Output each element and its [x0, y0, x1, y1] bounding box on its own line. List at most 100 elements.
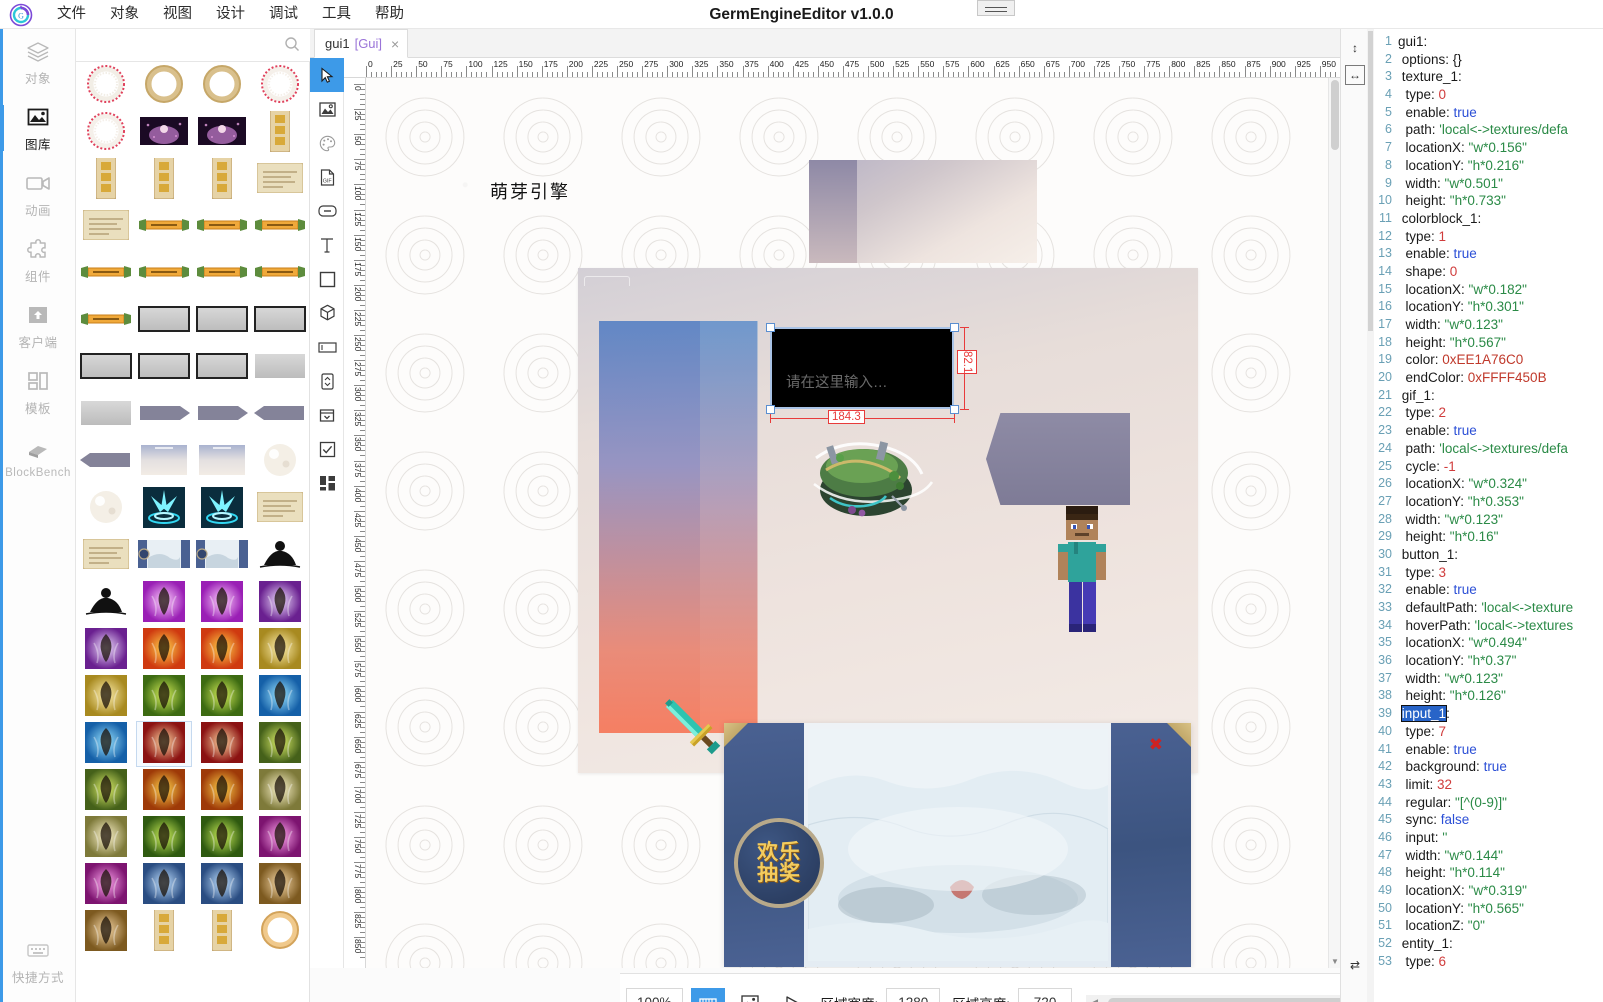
tool-input[interactable]: [310, 330, 344, 364]
sidebar-item-blockbench[interactable]: BlockBench: [0, 425, 76, 491]
tool-text[interactable]: [310, 228, 344, 262]
code-line[interactable]: 9 width: "w*0.501": [1374, 175, 1603, 193]
tool-entity[interactable]: [310, 296, 344, 330]
gallery-thumbnail[interactable]: [253, 111, 307, 155]
code-line[interactable]: 38 height: "h*0.126": [1374, 687, 1603, 705]
gallery-thumbnail[interactable]: [137, 534, 191, 578]
gallery-thumbnail[interactable]: [253, 722, 307, 766]
code-line[interactable]: 14 shape: 0: [1374, 263, 1603, 281]
gallery-thumbnail[interactable]: [136, 721, 192, 767]
code-line[interactable]: 51 locationZ: "0": [1374, 917, 1603, 935]
code-line[interactable]: 18 height: "h*0.567": [1374, 334, 1603, 352]
gallery-thumbnail[interactable]: [253, 675, 307, 719]
code-line[interactable]: 15 locationX: "w*0.182": [1374, 281, 1603, 299]
gallery-thumbnail[interactable]: [79, 205, 133, 249]
gallery-thumbnail[interactable]: [79, 111, 133, 155]
menu-file[interactable]: 文件: [45, 0, 98, 29]
texture-preview-top[interactable]: [809, 160, 1037, 263]
code-line[interactable]: 50 locationY: "h*0.565": [1374, 900, 1603, 918]
code-line[interactable]: 52 entity_1:: [1374, 935, 1603, 953]
lottery-badge[interactable]: 欢乐抽奖: [734, 818, 824, 908]
code-line[interactable]: 37 width: "w*0.123": [1374, 670, 1603, 688]
code-line[interactable]: 27 locationY: "h*0.353": [1374, 493, 1603, 511]
scrollbar-thumb[interactable]: [1331, 80, 1339, 150]
gallery-thumbnail[interactable]: [195, 299, 249, 343]
tool-button[interactable]: [310, 194, 344, 228]
scroll-down-arrow-icon[interactable]: ▼: [1331, 957, 1339, 966]
sidebar-item-template[interactable]: 模板: [0, 359, 76, 425]
gallery-thumbnail[interactable]: [79, 675, 133, 719]
gallery-thumbnail[interactable]: [253, 393, 307, 437]
sidebar-item-component[interactable]: 组件: [0, 227, 76, 293]
gallery-thumbnail[interactable]: [195, 628, 249, 672]
resize-both-icon[interactable]: ⇄: [1345, 955, 1365, 975]
tab-gui1[interactable]: gui1 [Gui] ×: [314, 29, 409, 58]
code-line[interactable]: 4 type: 0: [1374, 86, 1603, 104]
scrollbar-thumb[interactable]: [1368, 31, 1373, 331]
code-line[interactable]: 8 locationY: "h*0.216": [1374, 157, 1603, 175]
code-line[interactable]: 12 type: 1: [1374, 228, 1603, 246]
resize-handle-br[interactable]: [950, 405, 959, 414]
gallery-thumbnail[interactable]: [195, 722, 249, 766]
resize-handle-bl[interactable]: [766, 405, 775, 414]
gallery-thumbnail[interactable]: [253, 910, 307, 954]
gallery-thumbnail[interactable]: [137, 346, 191, 390]
resize-handle-tl[interactable]: [766, 323, 775, 332]
gallery-thumbnail[interactable]: [253, 205, 307, 249]
sidebar-item-gallery[interactable]: 图库: [0, 95, 76, 161]
tool-dropdown[interactable]: [310, 398, 344, 432]
lottery-dialog[interactable]: 欢乐抽奖 ✖: [724, 723, 1191, 967]
tool-checkbox[interactable]: [310, 432, 344, 466]
gallery-thumbnail[interactable]: [253, 581, 307, 625]
gallery-thumbnail[interactable]: [195, 769, 249, 813]
code-line[interactable]: 39 input_1:: [1374, 705, 1603, 723]
menu-debug[interactable]: 调试: [257, 0, 310, 29]
gallery-thumbnail[interactable]: [137, 111, 191, 155]
gallery-thumbnail[interactable]: [195, 534, 249, 578]
code-line[interactable]: 10 height: "h*0.733": [1374, 192, 1603, 210]
gallery-thumbnail[interactable]: [79, 487, 133, 531]
gallery-thumbnail[interactable]: [137, 487, 191, 531]
menu-object[interactable]: 对象: [98, 0, 151, 29]
search-input[interactable]: [76, 29, 280, 60]
code-line[interactable]: 6 path: 'local<->textures/defa: [1374, 121, 1603, 139]
entity-1-element[interactable]: [1056, 506, 1108, 634]
gallery-thumbnail[interactable]: [79, 534, 133, 578]
gallery-thumbnail[interactable]: [253, 534, 307, 578]
gallery-thumbnail[interactable]: [79, 346, 133, 390]
area-height-input[interactable]: 720: [1018, 987, 1073, 1002]
ruler-icon[interactable]: [690, 987, 725, 1002]
code-line[interactable]: 22 type: 2: [1374, 404, 1603, 422]
gallery-thumbnail[interactable]: [137, 440, 191, 484]
code-line[interactable]: 35 locationX: "w*0.494": [1374, 634, 1603, 652]
play-icon[interactable]: [774, 987, 809, 1002]
code-line[interactable]: 13 enable: true: [1374, 245, 1603, 263]
gallery-thumbnail[interactable]: [79, 910, 133, 954]
gallery-thumbnail[interactable]: [195, 863, 249, 907]
sidebar-item-client[interactable]: 客户端: [0, 293, 76, 359]
gallery-thumbnail[interactable]: [195, 675, 249, 719]
gallery-thumbnail[interactable]: [79, 393, 133, 437]
gallery-thumbnail[interactable]: [195, 111, 249, 155]
search-icon[interactable]: [284, 36, 300, 57]
gif-1-element[interactable]: [796, 418, 936, 528]
code-scrollbar[interactable]: [1367, 29, 1374, 1002]
code-line[interactable]: 30 button_1:: [1374, 546, 1603, 564]
sword-item-icon[interactable]: [656, 690, 728, 762]
tool-stepper[interactable]: [310, 364, 344, 398]
gallery-thumbnail[interactable]: [137, 769, 191, 813]
gallery-thumbnail[interactable]: [137, 64, 191, 108]
button-1-element[interactable]: [986, 413, 1130, 505]
gallery-thumbnail[interactable]: [195, 581, 249, 625]
gallery-thumbnail[interactable]: [253, 158, 307, 202]
gallery-thumbnail[interactable]: [79, 816, 133, 860]
code-line[interactable]: 36 locationY: "h*0.37": [1374, 652, 1603, 670]
gallery-thumbnail[interactable]: [137, 393, 191, 437]
gallery-thumbnail[interactable]: [79, 722, 133, 766]
window-restore-icon[interactable]: [977, 0, 1015, 16]
code-line[interactable]: 40 type: 7: [1374, 723, 1603, 741]
area-width-input[interactable]: 1280: [886, 987, 941, 1002]
close-x-icon[interactable]: ✖: [1149, 735, 1163, 755]
gallery-thumbnail[interactable]: [253, 440, 307, 484]
code-line[interactable]: 45 sync: false: [1374, 811, 1603, 829]
